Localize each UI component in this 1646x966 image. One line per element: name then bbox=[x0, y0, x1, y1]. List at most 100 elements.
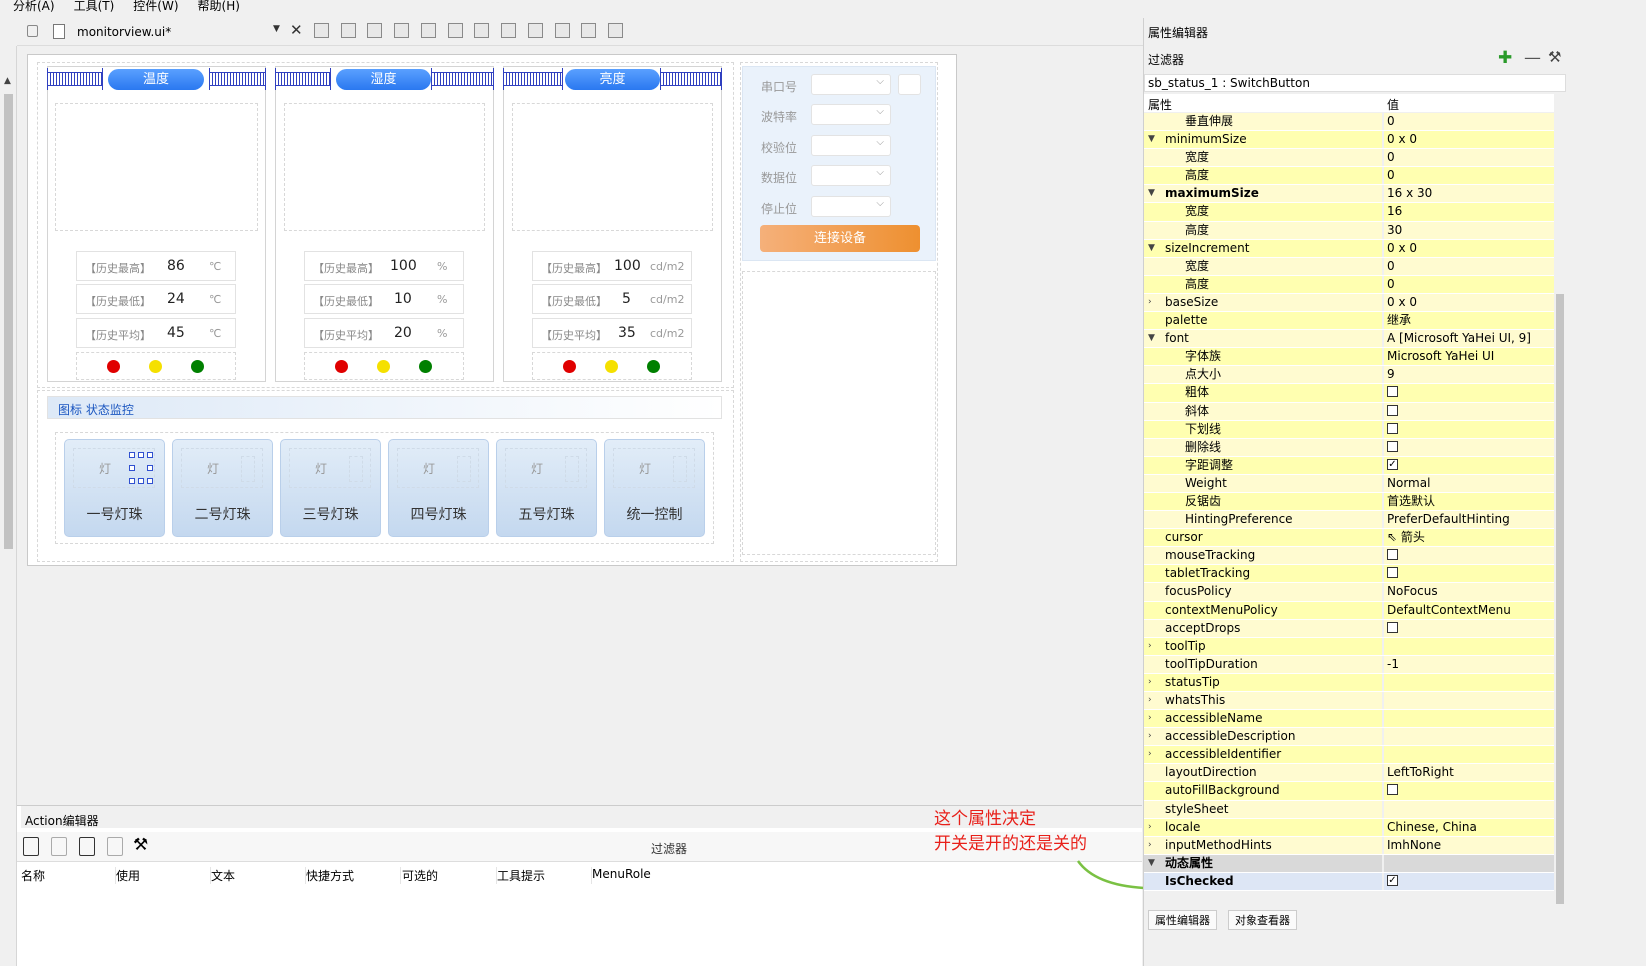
property-value-cell[interactable]: 0 bbox=[1384, 113, 1554, 131]
scrollbar-thumb[interactable] bbox=[1556, 294, 1564, 904]
chevron-right-icon[interactable]: › bbox=[1148, 294, 1152, 311]
property-row[interactable]: 斜体 bbox=[1144, 402, 1554, 421]
property-row[interactable]: layoutDirection LeftToRight bbox=[1144, 764, 1554, 783]
property-row[interactable]: 反锯齿 首选默认 bbox=[1144, 492, 1554, 512]
property-name-cell[interactable]: toolTipDuration bbox=[1144, 655, 1382, 673]
property-column-header[interactable]: 属性 bbox=[1148, 96, 1172, 113]
property-value-cell[interactable]: Normal bbox=[1384, 474, 1554, 492]
property-name-cell[interactable]: ▼ maximumSize bbox=[1144, 185, 1382, 203]
property-row[interactable]: 字体族 Microsoft YaHei UI bbox=[1144, 348, 1554, 367]
chevron-down-icon[interactable]: ▼ bbox=[1148, 185, 1155, 202]
property-value-cell[interactable]: Microsoft YaHei UI bbox=[1384, 348, 1554, 366]
property-name-cell[interactable]: ▼ font bbox=[1144, 330, 1382, 348]
serial-port-combo[interactable]: ⌵ bbox=[811, 74, 891, 95]
property-name-cell[interactable]: focusPolicy bbox=[1144, 583, 1382, 601]
property-row[interactable]: toolTipDuration -1 bbox=[1144, 655, 1554, 674]
property-name-cell[interactable]: › baseSize bbox=[1144, 293, 1382, 312]
property-row[interactable]: ▼ maximumSize 16 x 30 bbox=[1144, 185, 1554, 204]
switch-button[interactable] bbox=[457, 456, 471, 482]
property-checkbox[interactable] bbox=[1387, 440, 1398, 452]
property-row[interactable]: palette 继承 bbox=[1144, 312, 1554, 331]
switch-button[interactable] bbox=[241, 456, 255, 482]
property-value-cell[interactable] bbox=[1384, 673, 1554, 691]
horizontal-layout-icon[interactable] bbox=[421, 23, 436, 38]
property-value-cell[interactable] bbox=[1384, 547, 1554, 565]
property-row[interactable]: focusPolicy NoFocus bbox=[1144, 583, 1554, 602]
refresh-button[interactable] bbox=[898, 74, 921, 95]
value-column-header[interactable]: 值 bbox=[1387, 96, 1399, 113]
switch-button[interactable] bbox=[349, 456, 363, 482]
paste-icon[interactable] bbox=[79, 837, 95, 856]
property-name-cell[interactable]: cursor bbox=[1144, 529, 1382, 547]
property-checkbox[interactable] bbox=[1387, 422, 1398, 434]
property-value-cell[interactable]: 0 bbox=[1384, 275, 1554, 293]
data-bits-combo[interactable]: ⌵ bbox=[811, 165, 891, 186]
property-row[interactable]: ▼ minimumSize 0 x 0 bbox=[1144, 131, 1554, 150]
property-value-cell[interactable]: 0 x 0 bbox=[1384, 293, 1554, 312]
property-checkbox[interactable]: ✓ bbox=[1387, 458, 1398, 470]
wrench-icon[interactable]: ⚒ bbox=[133, 835, 148, 855]
lamp-card-2[interactable]: 灯 二号灯珠 bbox=[172, 439, 273, 537]
property-name-cell[interactable]: Weight bbox=[1144, 474, 1382, 492]
property-value-cell[interactable] bbox=[1384, 565, 1554, 583]
property-value-cell[interactable]: ImhNone bbox=[1384, 836, 1554, 854]
property-name-cell[interactable]: mouseTracking bbox=[1144, 547, 1382, 565]
property-name-cell[interactable]: 粗体 bbox=[1144, 384, 1382, 402]
chevron-down-icon[interactable]: ▼ bbox=[273, 24, 280, 34]
property-row[interactable]: ▼ 动态属性 bbox=[1144, 854, 1554, 873]
property-checkbox[interactable] bbox=[1387, 784, 1398, 796]
parity-combo[interactable]: ⌵ bbox=[811, 135, 891, 156]
chevron-down-icon[interactable]: ▼ bbox=[1148, 330, 1155, 347]
property-name-cell[interactable]: tabletTracking bbox=[1144, 565, 1382, 583]
property-value-cell[interactable] bbox=[1384, 637, 1554, 655]
column-header[interactable]: 名称 bbox=[21, 867, 116, 884]
layout-icon[interactable] bbox=[341, 23, 356, 38]
break-layout-icon[interactable] bbox=[581, 23, 596, 38]
property-value-cell[interactable]: 继承 bbox=[1384, 312, 1554, 330]
stop-bits-combo[interactable]: ⌵ bbox=[811, 196, 891, 217]
vertical-splitter-icon[interactable] bbox=[501, 23, 516, 38]
property-name-cell[interactable]: › inputMethodHints bbox=[1144, 836, 1382, 854]
adjust-size-icon[interactable] bbox=[608, 23, 623, 38]
property-row[interactable]: › whatsThis bbox=[1144, 692, 1554, 711]
property-checkbox[interactable] bbox=[1387, 549, 1398, 561]
property-value-cell[interactable]: 0 x 0 bbox=[1384, 131, 1554, 149]
property-row[interactable]: › accessibleIdentifier bbox=[1144, 746, 1554, 765]
property-checkbox[interactable] bbox=[1387, 404, 1398, 416]
property-value-cell[interactable] bbox=[1384, 746, 1554, 764]
property-row[interactable]: › baseSize 0 x 0 bbox=[1144, 293, 1554, 313]
property-value-cell[interactable] bbox=[1384, 384, 1554, 402]
property-row[interactable]: acceptDrops bbox=[1144, 619, 1554, 638]
property-name-cell[interactable]: › accessibleName bbox=[1144, 710, 1382, 728]
property-name-cell[interactable]: 反锯齿 bbox=[1144, 492, 1382, 511]
property-value-cell[interactable]: 0 bbox=[1384, 149, 1554, 167]
property-checkbox[interactable] bbox=[1387, 621, 1398, 633]
property-row[interactable]: tabletTracking bbox=[1144, 565, 1554, 584]
menu-widgets[interactable]: 控件(W) bbox=[133, 0, 178, 12]
chevron-right-icon[interactable]: › bbox=[1148, 819, 1152, 836]
property-name-cell[interactable]: layoutDirection bbox=[1144, 764, 1382, 782]
switch-button[interactable] bbox=[565, 456, 579, 482]
property-row[interactable]: 字距调整 ✓ bbox=[1144, 456, 1554, 475]
baud-rate-combo[interactable]: ⌵ bbox=[811, 104, 891, 125]
selection-handles-icon[interactable] bbox=[129, 452, 153, 488]
property-row[interactable]: › accessibleName bbox=[1144, 710, 1554, 729]
property-row[interactable]: 垂直伸展 0 bbox=[1144, 113, 1554, 132]
property-row[interactable]: › accessibleDescription bbox=[1144, 728, 1554, 747]
property-value-cell[interactable] bbox=[1384, 728, 1554, 746]
property-value-cell[interactable]: 0 bbox=[1384, 257, 1554, 275]
property-name-cell[interactable]: 宽度 bbox=[1144, 149, 1382, 167]
layout-icon[interactable] bbox=[314, 23, 329, 38]
chevron-right-icon[interactable]: › bbox=[1148, 692, 1152, 709]
chevron-down-icon[interactable]: ▼ bbox=[1148, 131, 1155, 148]
chevron-right-icon[interactable]: › bbox=[1148, 638, 1152, 655]
lamp-card-all[interactable]: 灯 统一控制 bbox=[604, 439, 705, 537]
property-row[interactable]: autoFillBackground bbox=[1144, 782, 1554, 801]
property-name-cell[interactable]: › accessibleIdentifier bbox=[1144, 746, 1382, 764]
property-row[interactable]: 粗体 bbox=[1144, 384, 1554, 403]
property-value-cell[interactable] bbox=[1384, 692, 1554, 710]
add-property-icon[interactable]: ✚ bbox=[1498, 48, 1512, 68]
property-name-cell[interactable]: contextMenuPolicy bbox=[1144, 601, 1382, 619]
lamp-card-3[interactable]: 灯 三号灯珠 bbox=[280, 439, 381, 537]
chevron-right-icon[interactable]: › bbox=[1148, 710, 1152, 727]
